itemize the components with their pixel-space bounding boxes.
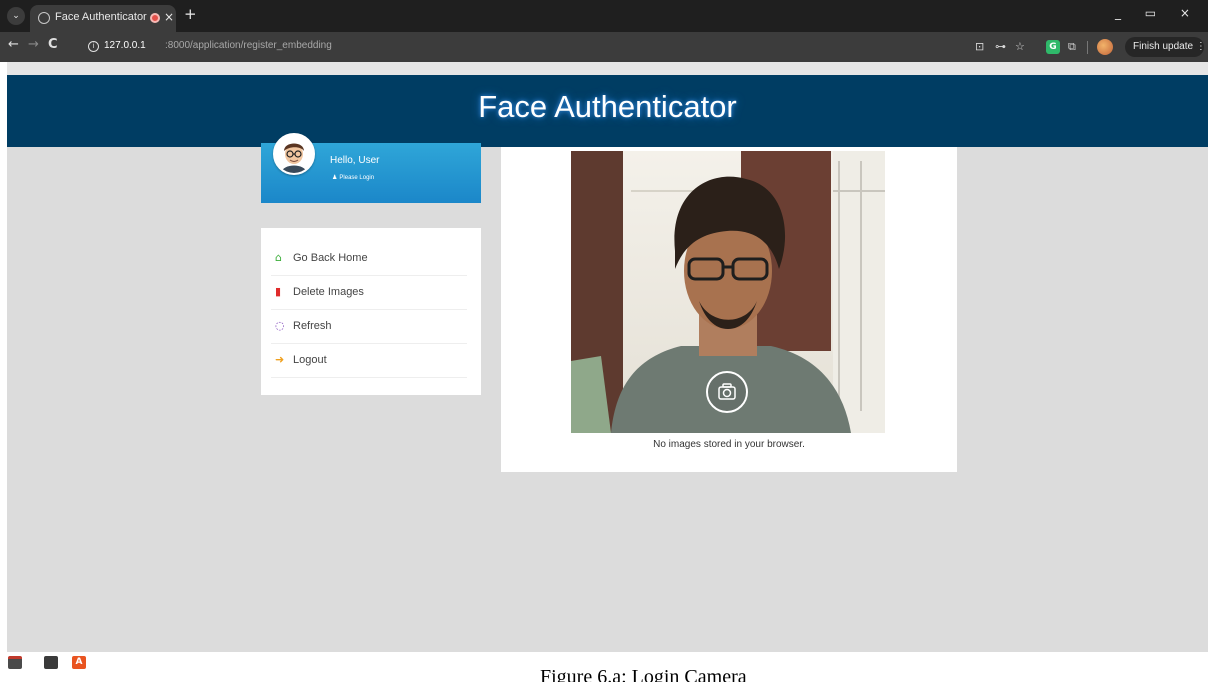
address-bar[interactable]: i 127.0.0.1 :8000/application/register_e… [82, 36, 962, 58]
menu-item-label: Delete Images [293, 286, 364, 298]
menu-item-label: Logout [293, 354, 327, 366]
menu-item-delete-images[interactable]: ▮ Delete Images [271, 276, 467, 310]
site-info-icon[interactable]: i [88, 41, 99, 52]
tab-close-icon[interactable]: × [164, 10, 174, 24]
key-icon[interactable]: ⊶ [995, 40, 1006, 53]
greeting-text: Hello, User [330, 155, 380, 166]
toolbar-divider [1087, 41, 1088, 54]
extensions-icon[interactable]: ⧉ [1068, 40, 1076, 54]
side-menu: ⌂ Go Back Home ▮ Delete Images ◌ Refresh… [261, 228, 481, 395]
camera-icon [718, 383, 736, 400]
logout-icon: ➜ [275, 353, 285, 366]
login-hint[interactable]: ♟ Please Login [332, 174, 374, 181]
app-header: Face Authenticator [7, 75, 1208, 147]
screenshot: ⌄ Face Authenticator × + _ ▭ × ← → C i 1… [0, 0, 1208, 682]
login-hint-label: Please Login [339, 175, 375, 181]
capture-button[interactable] [706, 371, 748, 413]
url-host: 127.0.0.1 [104, 40, 146, 51]
cast-icon[interactable]: ⊡ [975, 40, 984, 53]
back-button[interactable]: ← [8, 37, 19, 52]
page-viewport: Face Authenticator Hello, User ♟ Please L… [7, 75, 1208, 652]
window-controls[interactable]: _ ▭ × [1115, 6, 1200, 20]
software-store-icon[interactable]: A [72, 656, 86, 669]
user-icon: ♟ [332, 175, 338, 181]
camera-feed [571, 151, 885, 433]
menu-item-label: Refresh [293, 320, 332, 332]
browser-tab[interactable]: Face Authenticator × [30, 5, 176, 32]
profile-card: Hello, User ♟ Please Login [261, 133, 481, 203]
recording-indicator-icon [150, 13, 160, 23]
files-app-icon[interactable] [8, 656, 22, 669]
new-tab-button[interactable]: + [184, 5, 197, 23]
page-top-gap [7, 62, 1208, 75]
finish-update-button[interactable]: Finish update ⋮ [1125, 37, 1206, 57]
forward-button[interactable]: → [28, 37, 39, 52]
tab-search-button[interactable]: ⌄ [7, 7, 25, 25]
reload-button[interactable]: C [48, 37, 58, 52]
star-icon[interactable]: ☆ [1015, 40, 1025, 53]
browser-toolbar: ← → C i 127.0.0.1 :8000/application/regi… [0, 32, 1208, 62]
home-icon: ⌂ [275, 251, 282, 264]
favicon-icon [38, 12, 50, 24]
terminal-app-icon[interactable] [44, 656, 58, 669]
camera-card: No images stored in your browser. [501, 147, 957, 472]
app-title: Face Authenticator [478, 89, 737, 124]
menu-item-go-back-home[interactable]: ⌂ Go Back Home [271, 242, 467, 276]
camera-status-text: No images stored in your browser. [653, 439, 805, 450]
url-path: :8000/application/register_embedding [165, 40, 332, 51]
spinner-icon: ◌ [275, 319, 285, 332]
tab-title: Face Authenticator [55, 11, 147, 23]
menu-item-logout[interactable]: ➜ Logout [271, 344, 467, 378]
figure-caption: Figure 6.a: Login Camera [540, 666, 747, 682]
menu-item-label: Go Back Home [293, 252, 368, 264]
menu-item-refresh[interactable]: ◌ Refresh [271, 310, 467, 344]
grammarly-icon[interactable]: G [1046, 40, 1060, 54]
cartoon-avatar-icon [275, 135, 313, 173]
document-bottom: A Figure 6.a: Login Camera [0, 652, 1208, 682]
profile-avatar-icon[interactable] [1097, 39, 1113, 55]
trash-icon: ▮ [275, 285, 282, 298]
browser-tab-bar: ⌄ Face Authenticator × + _ ▭ × [0, 0, 1208, 32]
avatar [273, 133, 315, 175]
